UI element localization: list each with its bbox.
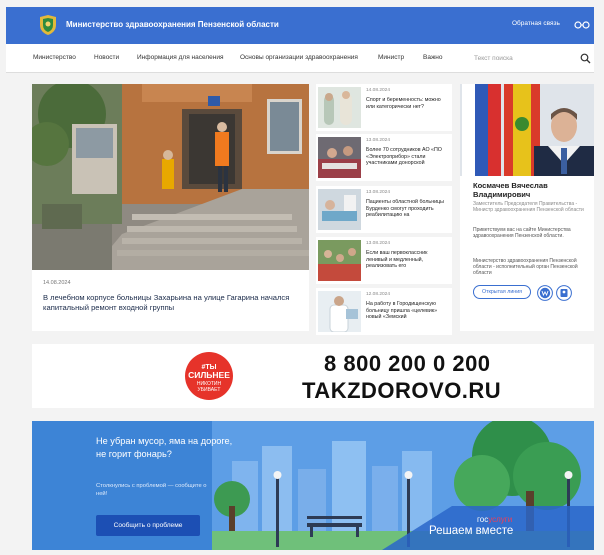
main-news-date: 14.08.2024 — [43, 280, 71, 286]
minister-position: Заместитель Председателя Правительства -… — [473, 201, 584, 214]
side-news-item[interactable]: 12.08.2024 На работу в Городищенскую бол… — [316, 288, 452, 335]
side-news-item[interactable]: 13.08.2024 Более 70 сотрудников АО «ПО «… — [316, 134, 452, 181]
gosuslugi-logo[interactable]: госуслуги — [477, 515, 512, 524]
minister-photo[interactable] — [460, 84, 594, 176]
minister-about: Министерство здравоохранения Пензенской … — [473, 258, 578, 277]
banner-subtitle: Столкнулись с проблемой — сообщите о ней… — [96, 483, 207, 497]
main-news-title[interactable]: В лечебном корпусе больницы Захарьина на… — [43, 293, 298, 313]
main-news-card[interactable]: 14.08.2024 В лечебном корпусе больницы З… — [32, 84, 309, 331]
side-news-thumb[interactable] — [318, 240, 361, 281]
vk-icon[interactable] — [537, 285, 553, 301]
side-news-item[interactable]: 13.08.2024 Пациенты областной больницы Б… — [316, 186, 452, 233]
badge-line4: УБИВАЕТ — [198, 387, 221, 393]
side-news-date: 14.08.2024 — [366, 88, 391, 93]
gosuslugi-logo-gos: гос — [477, 515, 489, 524]
side-news-date: 13.08.2024 — [366, 138, 391, 143]
side-news-item[interactable]: 14.08.2024 Спорт и беременность: можно и… — [316, 84, 452, 131]
coat-of-arms-icon[interactable] — [38, 14, 58, 36]
gosuslugi-logo-uslugi: услуги — [488, 515, 513, 524]
side-news-thumb[interactable] — [318, 189, 361, 230]
banner-title: Не убран мусор, яма на дороге, не горит … — [96, 436, 233, 459]
report-problem-button[interactable]: Сообщить о проблеме — [96, 515, 200, 536]
gosuslugi-banner[interactable]: Не убран мусор, яма на дороге, не горит … — [32, 421, 594, 550]
city-park-illustration — [212, 421, 594, 550]
side-news-title[interactable]: Пациенты областной больницы Бурденко смо… — [366, 199, 448, 219]
badge-line2: СИЛЬНЕЕ — [188, 370, 230, 380]
side-news-date: 13.08.2024 — [366, 190, 391, 195]
minister-name: Космачев Вячеслав Владимирович — [473, 181, 548, 199]
main-news-photo[interactable] — [32, 84, 309, 270]
accessibility-glasses-icon[interactable] — [574, 19, 590, 31]
page: Министерство здравоохранения Пензенской … — [0, 0, 604, 555]
nav-item-ministry[interactable]: Министерство — [33, 54, 76, 61]
side-news-date: 13.08.2024 — [366, 241, 391, 246]
side-news-title[interactable]: Более 70 сотрудников АО «ПО «Электроприб… — [366, 147, 448, 167]
nav-item-important[interactable]: Важно — [423, 54, 443, 61]
open-line-button[interactable]: Открытая линия — [473, 285, 531, 299]
nav-item-info[interactable]: Информация для населения — [137, 54, 224, 61]
nav-item-news[interactable]: Новости — [94, 54, 119, 61]
search-icon[interactable] — [580, 53, 591, 64]
side-news-date: 12.08.2024 — [366, 292, 391, 297]
search-input[interactable] — [470, 50, 574, 66]
main-nav: Министерство Новости Информация для насе… — [6, 44, 594, 73]
side-news-thumb[interactable] — [318, 291, 361, 332]
side-news-title[interactable]: На работу в Городищенскую больницу пришл… — [366, 301, 448, 321]
odnoklassniki-icon[interactable] — [556, 285, 572, 301]
hotline-banner[interactable]: #ТЫ СИЛЬНЕЕ НИКОТИН УБИВАЕТ 8 800 200 0 … — [32, 344, 594, 408]
nav-item-minister[interactable]: Министр — [378, 54, 404, 61]
nav-item-basics[interactable]: Основы организации здравоохранения — [240, 54, 358, 61]
minister-card: Космачев Вячеслав Владимирович Заместите… — [460, 84, 594, 331]
stop-smoking-badge[interactable]: #ТЫ СИЛЬНЕЕ НИКОТИН УБИВАЕТ — [184, 351, 234, 401]
banner-slogan: Решаем вместе — [429, 525, 514, 537]
side-news-item[interactable]: 13.08.2024 Если ваш первоклассник ленивы… — [316, 237, 452, 284]
side-news-thumb[interactable] — [318, 87, 361, 128]
side-news-title[interactable]: Спорт и беременность: можно или категори… — [366, 97, 448, 110]
feedback-link[interactable]: Обратная связь — [512, 20, 560, 27]
hotline-phone: 8 800 200 0 200 — [324, 351, 491, 376]
minister-welcome: Приветствуем вас на сайте Министерства з… — [473, 227, 571, 240]
header-bar: Министерство здравоохранения Пензенской … — [6, 7, 594, 44]
site-title[interactable]: Министерство здравоохранения Пензенской … — [66, 20, 279, 29]
hotline-site: TAKZDOROVO.RU — [302, 378, 502, 403]
side-news-thumb[interactable] — [318, 137, 361, 178]
side-news-title[interactable]: Если ваш первоклассник ленивый и медленн… — [366, 250, 448, 270]
